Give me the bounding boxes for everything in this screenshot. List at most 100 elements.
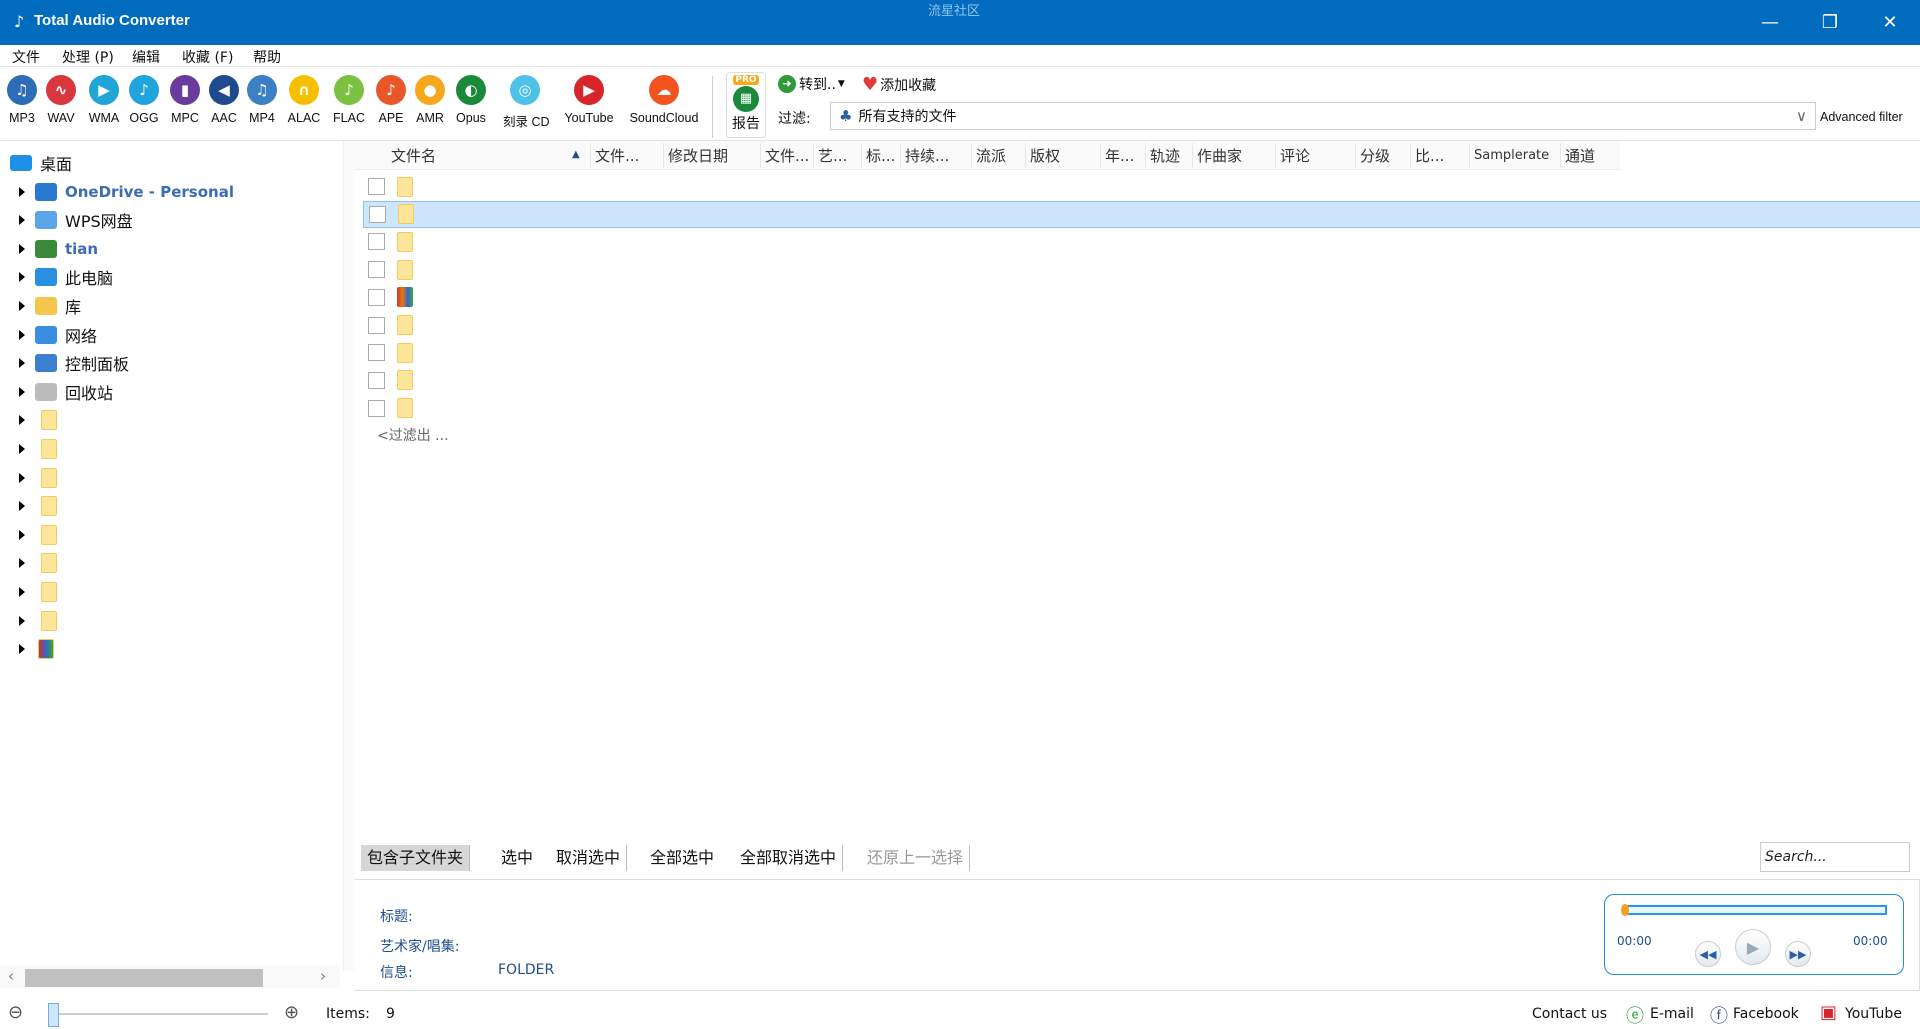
add-favorite-button[interactable]: ♥ 添加收藏 [862,74,936,95]
menu-process[interactable]: 处理 (P) [62,47,114,67]
zoom-in-icon[interactable]: ⊕ [284,1002,299,1023]
tree-item[interactable] [0,549,340,577]
seek-handle[interactable] [1621,904,1629,916]
tree-item[interactable] [0,607,340,635]
tree-item[interactable]: OneDrive - Personal [0,178,340,206]
column-header-cell[interactable]: 比... [1415,145,1444,166]
column-header-cell[interactable]: 标... [866,145,895,166]
column-header-cell[interactable]: 持续... [905,145,949,166]
expand-arrow-icon[interactable] [19,615,25,626]
expand-arrow-icon[interactable] [19,329,25,340]
column-divider[interactable] [1275,143,1276,168]
youtube-link[interactable]: YouTube [1845,1006,1902,1022]
goto-button[interactable]: ➜ 转到.. ▼ [778,74,845,94]
format-button-mpc[interactable]: ▮ MPC [163,75,207,125]
tree-item[interactable]: WPS网盘 [0,206,340,234]
tree-item[interactable] [0,464,340,492]
report-button[interactable]: PRO ▦ 报告 [726,72,766,138]
menu-edit[interactable]: 编辑 [132,47,160,67]
column-divider[interactable] [1355,143,1356,168]
tree-item[interactable] [0,521,340,549]
column-header-cell[interactable]: 艺... [818,145,847,166]
tree-item[interactable]: 网络 [0,321,340,349]
column-divider[interactable] [663,143,664,168]
seek-bar[interactable] [1621,904,1887,916]
column-header-cell[interactable]: 文件名 [391,145,436,166]
expand-arrow-icon[interactable] [19,272,25,283]
bottom-button[interactable]: 全部取消选中 [734,845,844,871]
bottom-button[interactable]: 取消选中 [550,845,628,871]
scroll-left-icon[interactable]: ‹ [8,967,14,985]
table-row[interactable] [363,339,1920,366]
bottom-button[interactable]: 全部选中 [644,845,720,871]
tree-item-desktop[interactable]: 桌面 [0,149,340,177]
expand-arrow-icon[interactable] [19,243,25,254]
format-button-mp3[interactable]: ♫ MP3 [0,75,44,125]
row-checkbox[interactable] [368,288,385,306]
search-input[interactable]: Search... [1760,842,1910,872]
column-header-cell[interactable]: 评论 [1280,145,1310,166]
splitter[interactable] [343,141,355,971]
format-button-ogg[interactable]: ♪ OGG [122,75,166,125]
menu-favorites[interactable]: 收藏 (F) [182,47,233,67]
row-checkbox[interactable] [368,261,385,279]
row-checkbox[interactable] [368,178,385,195]
column-divider[interactable] [1560,143,1561,168]
expand-arrow-icon[interactable] [19,301,25,311]
play-button[interactable]: ▶ [1735,929,1771,965]
bottom-button[interactable]: 选中 [495,845,539,871]
zoom-slider[interactable] [50,1013,268,1015]
tree-item[interactable] [0,578,340,606]
column-header-cell[interactable]: 轨迹 [1150,145,1180,166]
column-header-cell[interactable]: 作曲家 [1197,145,1242,166]
expand-arrow-icon[interactable] [19,558,25,569]
expand-arrow-icon[interactable] [19,529,25,540]
tree-item[interactable]: 回收站 [0,378,340,406]
column-divider[interactable] [1100,143,1101,168]
table-row[interactable] [363,284,1920,311]
column-divider[interactable] [1145,143,1146,168]
expand-arrow-icon[interactable] [19,358,25,369]
tree-item[interactable]: tian [0,235,340,263]
column-divider[interactable] [971,143,972,168]
table-row[interactable] [363,173,1920,200]
menu-file[interactable]: 文件 [12,47,40,67]
expand-arrow-icon[interactable] [19,215,25,226]
bottom-button[interactable]: 还原上一选择 [861,845,971,871]
filter-select[interactable]: ♣ 所有支持的文件 ∨ [830,102,1816,130]
format-button-amr[interactable]: ● AMR [408,75,452,125]
column-divider[interactable] [813,143,814,168]
row-checkbox[interactable] [368,344,385,362]
bottom-button[interactable]: 包含子文件夹 [361,845,471,871]
tree-item[interactable]: 控制面板 [0,349,340,377]
column-header-cell[interactable]: 文件... [765,145,809,166]
tree-item[interactable] [0,435,340,463]
zoom-slider-handle[interactable] [48,1003,59,1027]
column-divider[interactable] [900,143,901,168]
row-checkbox[interactable] [368,233,385,251]
close-button[interactable]: ✕ [1860,0,1920,45]
column-header-cell[interactable]: 修改日期 [668,145,728,166]
tree-item[interactable] [0,492,340,520]
format-button-opus[interactable]: ◐ Opus [449,75,493,125]
row-checkbox[interactable] [369,205,386,223]
zoom-out-icon[interactable]: ⊖ [8,1002,23,1023]
rewind-button[interactable]: ◀◀ [1695,941,1721,967]
row-checkbox[interactable] [368,316,385,334]
format-button-ape[interactable]: ♪ APE [369,75,413,125]
format-button-youtube[interactable]: ▶ YouTube [554,75,624,125]
tree-horizontal-scrollbar[interactable]: ‹ › [0,966,340,988]
column-header-cell[interactable]: 年... [1105,145,1134,166]
tree-item[interactable]: 此电脑 [0,263,340,291]
column-divider[interactable] [861,143,862,168]
table-row[interactable] [363,312,1920,339]
tree-item[interactable] [0,635,340,663]
format-button-soundcloud[interactable]: ☁ SoundCloud [629,75,699,125]
scroll-right-icon[interactable]: › [320,967,326,985]
format-button-mp4[interactable]: ♫ MP4 [240,75,284,125]
tree-item[interactable] [0,406,340,434]
column-header-cell[interactable]: 流派 [976,145,1006,166]
format-button-wma[interactable]: ▶ WMA [82,75,126,125]
restore-button[interactable]: ❐ [1800,0,1860,45]
table-row[interactable] [363,228,1920,255]
